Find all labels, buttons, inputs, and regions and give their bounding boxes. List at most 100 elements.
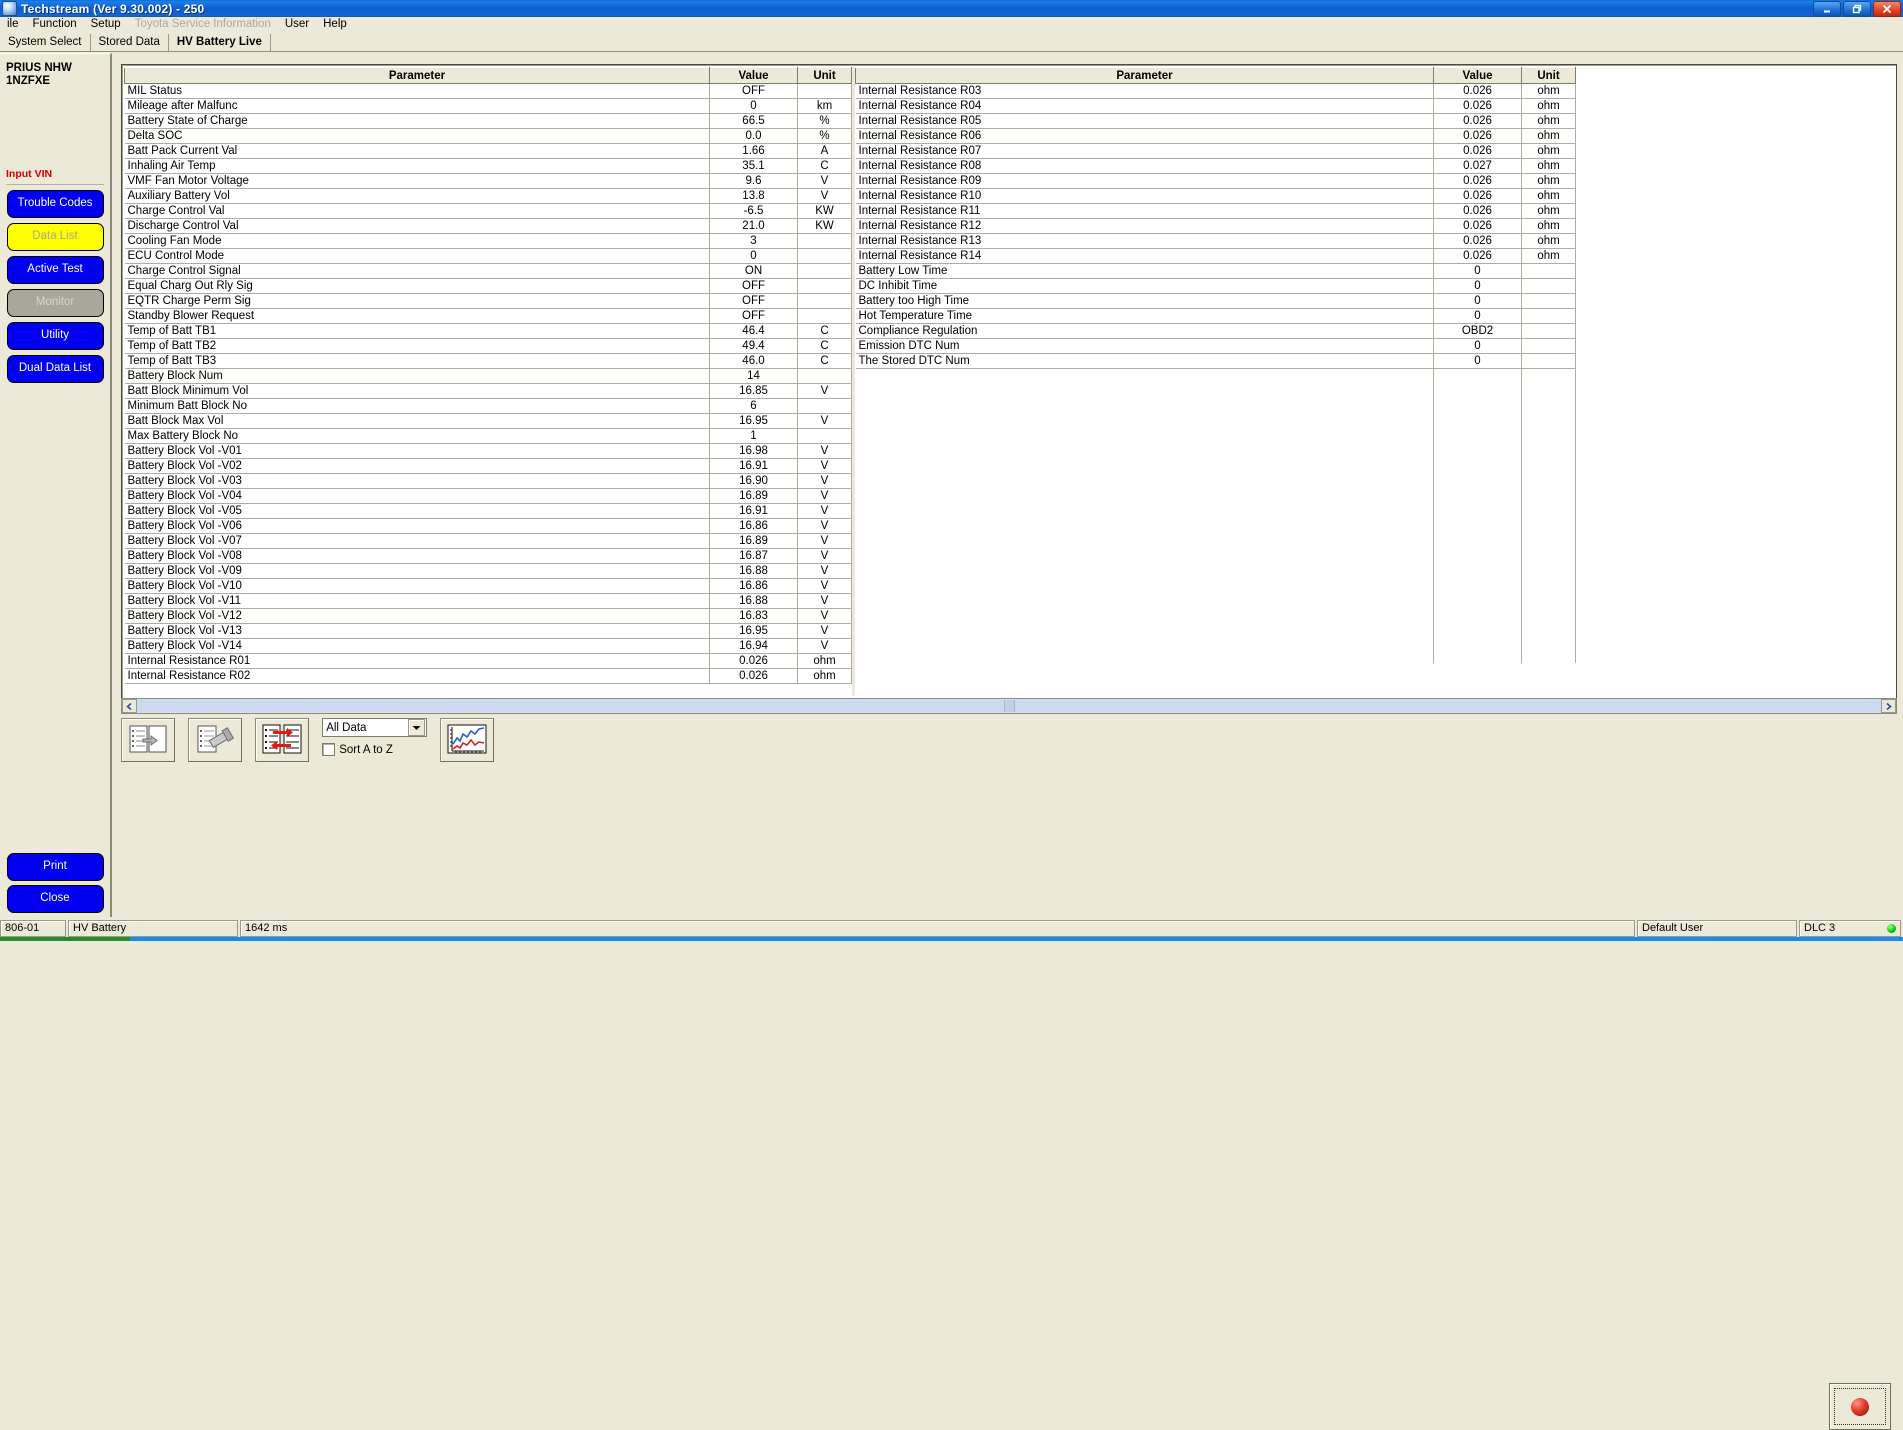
cell-value: 0.026 [709,668,798,684]
table-row[interactable]: Max Battery Block No 1 [124,428,852,444]
tab-system-select[interactable]: System Select [0,34,91,51]
header-unit-left[interactable]: Unit [797,67,852,84]
table-row[interactable]: Delta SOC 0.0% [124,128,852,144]
sidebar-button-trouble-codes[interactable]: Trouble Codes [6,190,104,218]
table-row[interactable]: Emission DTC Num 0 [855,338,1576,354]
table-row[interactable]: Battery Block Vol -V12 16.83 V [124,608,852,624]
table-row[interactable]: Battery Block Vol -V03 16.90 V [124,473,852,489]
header-parameter-left[interactable]: Parameter [124,67,710,84]
chevron-down-icon[interactable] [408,719,426,736]
table-row[interactable]: Auxiliary Battery Vol 13.8 V [124,188,852,204]
table-row[interactable]: Batt Block Minimum Vol 16.85 V [124,383,852,399]
table-row[interactable]: Batt Pack Current Val 1.66 A [124,143,852,159]
table-row[interactable]: Mileage after Malfunc 0 km [124,98,852,114]
menu-item-help[interactable]: Help [316,17,354,32]
table-row[interactable]: VMF Fan Motor Voltage 9.6 V [124,173,852,189]
table-row[interactable]: Minimum Batt Block No 6 [124,398,852,414]
restore-button[interactable] [1843,1,1871,17]
table-row[interactable]: DC Inhibit Time 0 [855,278,1576,294]
print-button[interactable]: Print [6,853,104,881]
table-row[interactable]: EQTR Charge Perm Sig OFF [124,293,852,309]
table-row[interactable]: Temp of Batt TB1 46.4 C [124,323,852,339]
table-row[interactable]: Charge Control Signal ON [124,263,852,279]
sort-a-to-z-checkbox[interactable] [322,743,336,756]
table-row[interactable]: Battery Block Vol -V01 16.98 V [124,443,852,459]
table-row[interactable]: Internal Resistance R12 0.026 ohm [855,218,1576,234]
table-row[interactable]: Equal Charg Out Rly Sig OFF [124,278,852,294]
minimize-button[interactable] [1813,1,1841,17]
table-row[interactable]: Battery Block Vol -V04 16.89 V [124,488,852,504]
table-row[interactable]: Internal Resistance R09 0.026 ohm [855,173,1576,189]
table-row[interactable]: Inhaling Air Temp 35.1 C [124,158,852,174]
sidebar-button-active-test[interactable]: Active Test [6,256,104,284]
table-row[interactable]: Battery Block Vol -V11 16.88 V [124,593,852,609]
table-row[interactable]: Battery Block Vol -V02 16.91 V [124,458,852,474]
table-row[interactable]: Cooling Fan Mode 3 [124,233,852,249]
table-row[interactable]: Battery Block Vol -V05 16.91 V [124,503,852,519]
table-row[interactable]: Battery Block Vol -V13 16.95 V [124,623,852,639]
table-row[interactable]: Internal Resistance R02 0.026 ohm [124,668,852,684]
table-row[interactable]: Internal Resistance R11 0.026 ohm [855,203,1576,219]
header-value-right[interactable]: Value [1433,67,1522,84]
table-row[interactable]: The Stored DTC Num 0 [855,353,1576,369]
table-row[interactable]: Battery Block Vol -V08 16.87 V [124,548,852,564]
table-row[interactable]: Internal Resistance R05 0.026 ohm [855,113,1576,129]
table-row[interactable]: Temp of Batt TB3 46.0 C [124,353,852,369]
table-row[interactable]: MIL Status OFF [124,83,852,99]
table-row[interactable]: Battery too High Time 0 [855,293,1576,309]
table-row[interactable]: Internal Resistance R10 0.026 ohm [855,188,1576,204]
close-panel-button[interactable]: Close [6,885,104,913]
table-row[interactable]: Battery Block Num 14 [124,368,852,384]
table-row[interactable]: Battery Block Vol -V10 16.86 V [124,578,852,594]
table-row[interactable]: Hot Temperature Time 0 [855,308,1576,324]
table-row[interactable]: Internal Resistance R08 0.027 ohm [855,158,1576,174]
scroll-right-arrow-icon[interactable] [1881,699,1896,713]
scrollbar-grip[interactable] [1003,700,1015,712]
table-row[interactable]: ECU Control Mode 0 [124,248,852,264]
header-parameter-right[interactable]: Parameter [855,67,1434,84]
sidebar-button-dual-data-list[interactable]: Dual Data List [6,355,104,383]
snapshot-button[interactable] [188,718,243,762]
table-row[interactable]: Charge Control Val -6.5 KW [124,203,852,219]
table-row[interactable]: Internal Resistance R14 0.026 ohm [855,248,1576,264]
table-row[interactable]: Battery State of Charge 66.5% [124,113,852,129]
menu-item-setup[interactable]: Setup [84,17,128,32]
tab-stored-data[interactable]: Stored Data [90,34,169,51]
table-row[interactable]: Battery Block Vol -V09 16.88 V [124,563,852,579]
table-row[interactable]: Batt Block Max Vol 16.95 V [124,413,852,429]
table-row[interactable]: Battery Block Vol -V07 16.89 V [124,533,852,549]
table-row[interactable]: Internal Resistance R13 0.026 ohm [855,233,1576,249]
table-row[interactable]: Internal Resistance R07 0.026 ohm [855,143,1576,159]
record-button[interactable] [1829,1383,1891,1430]
table-row[interactable]: Temp of Batt TB2 49.4 C [124,338,852,354]
table-row[interactable]: Battery Low Time 0 [855,263,1576,279]
menu-item-function[interactable]: Function [26,17,84,32]
graph-button[interactable] [440,718,495,762]
header-value-left[interactable]: Value [709,67,798,84]
header-unit-right[interactable]: Unit [1521,67,1576,84]
table-row[interactable]: Internal Resistance R01 0.026 ohm [124,653,852,669]
sidebar-button-utility[interactable]: Utility [6,322,104,350]
table-row[interactable]: Battery Block Vol -V14 16.94 V [124,638,852,654]
input-vin-link[interactable]: Input VIN [6,168,110,180]
sort-a-to-z-row[interactable]: Sort A to Z [322,743,427,756]
table-row[interactable]: Internal Resistance R04 0.026 ohm [855,98,1576,114]
sidebar-button-data-list[interactable]: Data List [6,223,104,251]
data-filter-select[interactable]: All Data [322,718,428,737]
table-row[interactable]: Discharge Control Val 21.0 KW [124,218,852,234]
table-row[interactable]: Internal Resistance R06 0.026 ohm [855,128,1576,144]
close-button[interactable] [1873,1,1901,17]
horizontal-scrollbar[interactable] [121,698,1897,714]
select-items-button[interactable] [121,718,175,762]
tab-hv-battery-live[interactable]: HV Battery Live [168,34,271,51]
menu-item-file[interactable]: ile [0,17,26,32]
table-row[interactable]: Standby Blower Request OFF [124,308,852,324]
scrollbar-thumb[interactable] [137,700,1004,712]
table-row[interactable]: Internal Resistance R03 0.026 ohm [855,83,1576,99]
swap-items-button[interactable] [255,718,310,762]
table-row[interactable]: Battery Block Vol -V06 16.86 V [124,518,852,534]
scroll-left-arrow-icon[interactable] [122,699,137,713]
scrollbar-track[interactable] [1014,700,1881,712]
table-row[interactable]: Compliance Regulation OBD2 [855,323,1576,339]
menu-item-user[interactable]: User [278,17,316,32]
